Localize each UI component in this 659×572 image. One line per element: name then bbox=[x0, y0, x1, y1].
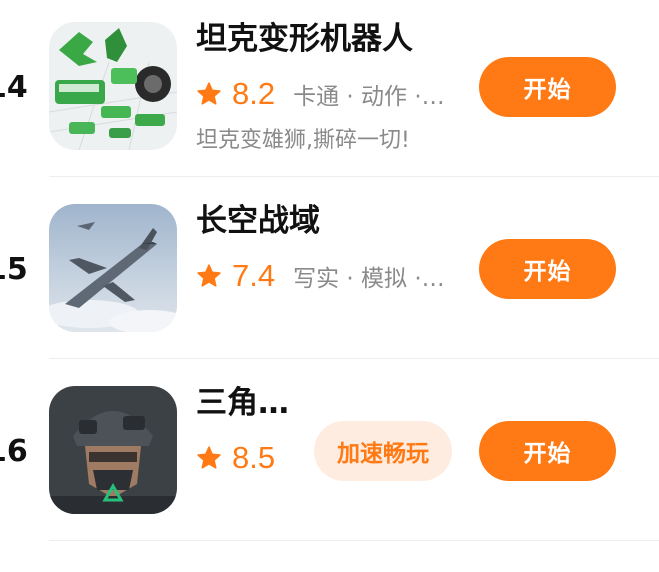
star-icon bbox=[197, 264, 221, 287]
game-description: 坦克变雄狮,撕碎一切! bbox=[196, 128, 410, 153]
row-divider bbox=[49, 176, 659, 177]
fighter-jet-game-icon[interactable] bbox=[49, 204, 177, 332]
rating-score: 7.4 bbox=[232, 258, 276, 293]
rating-score: 8.2 bbox=[232, 76, 276, 111]
rating-line: 7.4 写实 · 模拟 · 飞行 bbox=[196, 254, 448, 298]
row-divider bbox=[49, 540, 659, 541]
row-divider bbox=[49, 358, 659, 359]
start-button[interactable]: 开始 bbox=[479, 239, 616, 299]
boost-play-badge[interactable]: 加速畅玩 bbox=[314, 421, 452, 481]
rating-line: 8.5 bbox=[196, 436, 293, 480]
game-row[interactable]: 16 三角… 8.5 加速畅玩 开始 bbox=[0, 364, 659, 546]
game-row[interactable]: 14 bbox=[0, 0, 659, 182]
genre-tags: 卡通 · 动作 · 射击 bbox=[293, 84, 448, 110]
rank-number: 14 bbox=[0, 70, 28, 105]
star-icon bbox=[197, 446, 221, 469]
game-row[interactable]: 15 长空战域 bbox=[0, 182, 659, 364]
game-ranking-list: 14 bbox=[0, 0, 659, 572]
rating-line: 8.2 卡通 · 动作 · 射击 bbox=[196, 72, 448, 116]
game-title: 长空战域 bbox=[196, 203, 320, 239]
robot-tank-game-icon[interactable] bbox=[49, 22, 177, 150]
rank-number: 16 bbox=[0, 434, 28, 469]
start-button[interactable]: 开始 bbox=[479, 421, 616, 481]
soldier-game-icon[interactable] bbox=[49, 386, 177, 514]
game-title: 三角… bbox=[196, 385, 289, 421]
star-icon bbox=[197, 82, 221, 105]
rank-number: 15 bbox=[0, 252, 28, 287]
game-title: 坦克变形机器人 bbox=[196, 21, 413, 57]
rating-score: 8.5 bbox=[232, 440, 276, 475]
start-button[interactable]: 开始 bbox=[479, 57, 616, 117]
genre-tags: 写实 · 模拟 · 飞行 bbox=[293, 266, 448, 292]
